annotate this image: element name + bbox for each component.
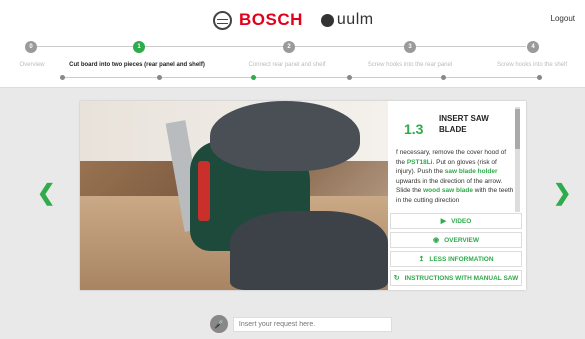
step-connector (295, 46, 404, 47)
step-progress: 0 1 2 3 4 Overview Cut board into two pi… (0, 38, 585, 88)
request-input[interactable] (232, 316, 392, 332)
play-icon: ▶ (440, 218, 447, 225)
brand-logos: BOSCH uulm (213, 9, 374, 31)
step-label-3[interactable]: Screw hooks into the rear panel (368, 62, 452, 68)
highlighted-term: saw blade holder (444, 168, 498, 175)
instruction-text: f necessary, remove the cover hood of th… (396, 148, 514, 205)
step-label-4[interactable]: Screw hooks into the shelf (497, 62, 567, 68)
instruction-title: INSERT SAW BLADE (439, 114, 489, 134)
photo-glove-bottom (230, 211, 388, 290)
step-dot-1[interactable]: 1 (133, 41, 145, 53)
uulm-wordmark: uulm (336, 11, 374, 28)
photo-jigsaw-accent (198, 161, 210, 221)
highlighted-term: wood saw blade (423, 187, 473, 194)
eye-icon: ◉ (432, 237, 440, 244)
photo-glove-top (210, 101, 360, 171)
bosch-logo-icon (213, 10, 232, 30)
overview-button-label: OVERVIEW (444, 236, 480, 244)
less-information-button-label: LESS INFORMATION (429, 255, 494, 263)
overview-button[interactable]: ◉ OVERVIEW (390, 232, 522, 248)
step-label-1[interactable]: Cut board into two pieces (rear panel an… (69, 62, 205, 68)
next-arrow-icon[interactable]: ❯ (553, 180, 571, 206)
step-connector (416, 46, 526, 47)
previous-arrow-icon[interactable]: ❮ (37, 180, 55, 206)
instruction-panel: 1.3 INSERT SAW BLADE f necessary, remove… (388, 101, 526, 290)
substep-dot[interactable] (537, 75, 542, 80)
refresh-icon: ↻ (393, 275, 400, 282)
substep-dot[interactable] (441, 75, 446, 80)
instruction-text-segment: f necessary, remove the cover hood (396, 149, 501, 156)
substep-dot[interactable] (157, 75, 162, 80)
step-connector (36, 46, 137, 47)
highlighted-term: PST18Li (406, 158, 433, 166)
uulm-logo: uulm (320, 11, 374, 29)
step-dot-3[interactable]: 3 (404, 41, 416, 53)
step-dot-2[interactable]: 2 (283, 41, 295, 53)
uulm-logo-icon (320, 13, 334, 27)
header: BOSCH uulm Logout (0, 0, 585, 38)
substep-dot[interactable] (347, 75, 352, 80)
bosch-wordmark: BOSCH (239, 10, 303, 29)
instruction-photo (80, 101, 388, 290)
video-button[interactable]: ▶ VIDEO (390, 213, 522, 229)
substep-dot-active[interactable] (251, 75, 256, 80)
step-dot-4[interactable]: 4 (527, 41, 539, 53)
step-label-0[interactable]: Overview (19, 62, 44, 68)
manual-saw-button-label: INSTRUCTIONS WITH MANUAL SAW (404, 274, 519, 282)
manual-saw-button[interactable]: ↻ INSTRUCTIONS WITH MANUAL SAW (390, 270, 522, 286)
step-connector (145, 46, 287, 47)
arrow-up-icon: ↥ (418, 256, 425, 263)
logout-link[interactable]: Logout (551, 14, 575, 23)
step-label-2[interactable]: Connect rear panel and shelf (248, 62, 325, 68)
substep-track (62, 77, 540, 78)
instruction-card: 1.3 INSERT SAW BLADE f necessary, remove… (80, 101, 526, 290)
microphone-icon[interactable]: 🎤 (210, 315, 228, 333)
video-button-label: VIDEO (451, 217, 472, 225)
less-information-button[interactable]: ↥ LESS INFORMATION (390, 251, 522, 267)
substep-dot[interactable] (60, 75, 65, 80)
step-dot-0[interactable]: 0 (25, 41, 37, 53)
instruction-scroll-thumb[interactable] (515, 109, 520, 149)
instruction-step-number: 1.3 (404, 121, 424, 137)
query-bar: 🎤 (210, 315, 392, 333)
